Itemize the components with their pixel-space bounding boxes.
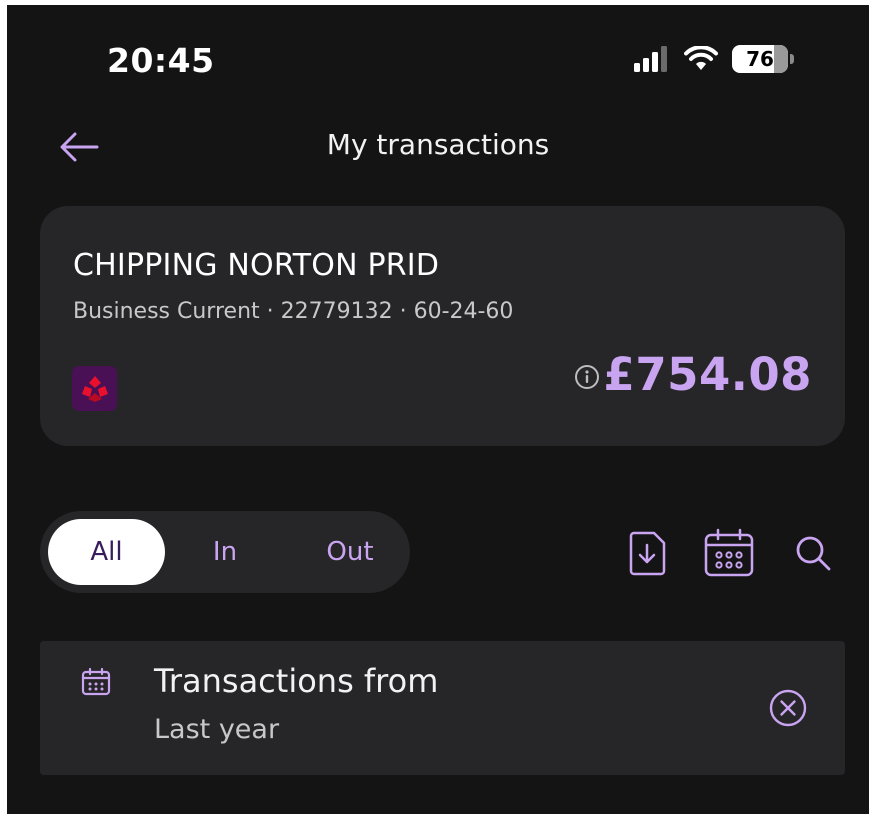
export-statement-button[interactable]	[622, 525, 674, 581]
close-circle-icon[interactable]	[766, 686, 810, 730]
battery-icon: 76	[732, 45, 794, 73]
date-filter-value: Last year	[154, 714, 280, 745]
calendar-small-icon	[81, 667, 111, 696]
account-card[interactable]: CHIPPING NORTON PRID Business Current · …	[40, 206, 845, 446]
account-name: CHIPPING NORTON PRID	[73, 248, 440, 283]
info-icon[interactable]	[573, 363, 601, 391]
page-title: My transactions	[326, 128, 550, 161]
search-button[interactable]	[787, 525, 839, 581]
battery-level: 76	[746, 47, 774, 71]
status-icons: 76	[634, 45, 794, 73]
date-range-button[interactable]	[703, 525, 755, 581]
account-balance: £754.08	[603, 348, 812, 401]
app-screen: 20:45 76 My transactions CHIPPING NORTON…	[7, 5, 869, 814]
search-icon	[796, 536, 831, 571]
filter-out-button[interactable]: Out	[305, 519, 395, 585]
status-time: 20:45	[107, 41, 215, 80]
export-statement-icon	[629, 531, 666, 576]
date-filter-banner: Transactions from Last year	[40, 641, 845, 775]
filter-in-button[interactable]: In	[185, 519, 265, 585]
transaction-type-filter: All In Out	[40, 511, 410, 593]
wifi-icon	[684, 46, 718, 70]
filter-all-button[interactable]: All	[48, 519, 165, 585]
signal-icon	[634, 46, 667, 72]
date-filter-title: Transactions from	[154, 662, 439, 700]
account-details: Business Current · 22779132 · 60-24-60	[73, 299, 514, 324]
calendar-icon	[704, 528, 754, 577]
bank-logo-icon	[72, 366, 117, 411]
